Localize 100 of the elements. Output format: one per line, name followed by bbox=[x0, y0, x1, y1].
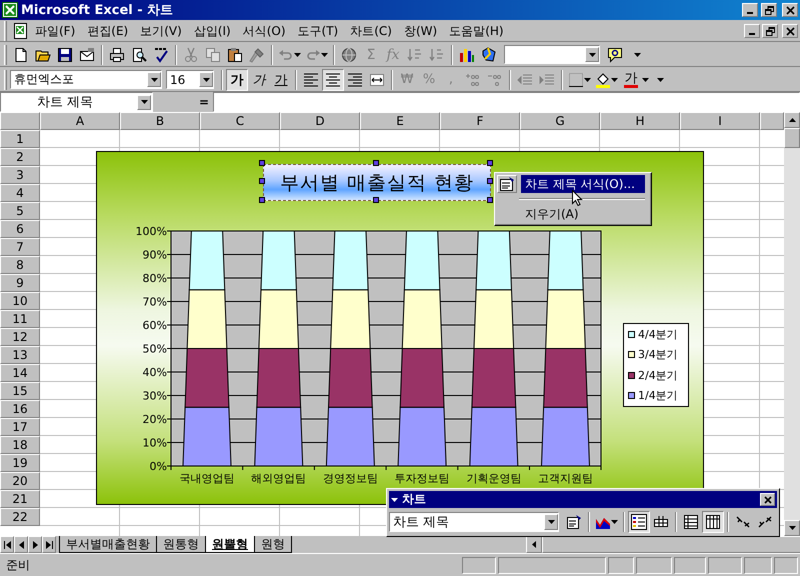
dropdown-arrow-icon[interactable] bbox=[150, 78, 158, 82]
copy-icon[interactable] bbox=[205, 46, 221, 62]
up-arrow-icon[interactable] bbox=[788, 118, 796, 122]
spell-check-icon[interactable] bbox=[153, 46, 169, 62]
left-arrow-icon[interactable] bbox=[532, 541, 536, 548]
vertical-scrollbar[interactable] bbox=[784, 112, 800, 536]
left-arrow-icon[interactable] bbox=[18, 540, 24, 548]
row-header[interactable]: 12 bbox=[0, 328, 40, 346]
font-color-button[interactable]: 가 bbox=[620, 68, 642, 90]
first-arrow-icon[interactable] bbox=[4, 540, 10, 548]
column-header[interactable]: B bbox=[120, 112, 200, 130]
menu-item[interactable]: 삽입(I) bbox=[188, 22, 236, 40]
minimize-button[interactable] bbox=[742, 3, 758, 17]
selection-handle[interactable] bbox=[373, 197, 379, 203]
menu-item[interactable]: 창(W) bbox=[398, 22, 442, 40]
caret-icon[interactable] bbox=[642, 78, 649, 82]
name-box[interactable]: 차트 제목 bbox=[0, 92, 153, 112]
printer-icon[interactable] bbox=[109, 46, 125, 62]
zoom-field[interactable] bbox=[504, 45, 600, 64]
select-all-button[interactable] bbox=[0, 112, 40, 130]
sheet-tab[interactable]: 원통형 bbox=[156, 536, 206, 553]
row-header[interactable]: 8 bbox=[0, 256, 40, 274]
row-header[interactable]: 15 bbox=[0, 382, 40, 400]
dropdown-arrow-icon[interactable] bbox=[588, 52, 596, 56]
minimize-button[interactable] bbox=[744, 24, 760, 38]
format-icon[interactable] bbox=[499, 176, 515, 192]
last-arrow-icon[interactable] bbox=[46, 540, 52, 548]
dropdown-arrow-icon[interactable] bbox=[140, 100, 148, 104]
paintbrush-icon[interactable] bbox=[249, 46, 265, 62]
next-sheet-button[interactable] bbox=[28, 536, 42, 553]
selection-handle[interactable] bbox=[487, 160, 493, 166]
scroll-left-button[interactable] bbox=[526, 536, 542, 553]
row-header[interactable]: 10 bbox=[0, 292, 40, 310]
column-header[interactable]: H bbox=[600, 112, 680, 130]
column-header[interactable]: A bbox=[40, 112, 120, 130]
menu-item[interactable]: 도구(T) bbox=[292, 22, 344, 40]
column-header[interactable]: E bbox=[360, 112, 440, 130]
row-header[interactable]: 3 bbox=[0, 166, 40, 184]
close-icon[interactable] bbox=[786, 6, 794, 14]
fill-bucket-icon[interactable] bbox=[595, 72, 611, 88]
menu-item[interactable]: 파일(F) bbox=[30, 22, 80, 40]
merge-center-icon[interactable] bbox=[369, 72, 385, 88]
toolbar-menu-icon[interactable] bbox=[391, 498, 398, 502]
menu-item[interactable]: 지우기(A) bbox=[521, 205, 645, 223]
row-header[interactable]: 1 bbox=[0, 130, 40, 148]
new-document-icon[interactable] bbox=[13, 46, 29, 62]
menu-item[interactable]: 서식(O) bbox=[238, 22, 291, 40]
sheet-tab[interactable]: 원형 bbox=[254, 536, 292, 553]
chart-objects-field[interactable]: 차트 제목 bbox=[389, 512, 559, 532]
column-header[interactable]: C bbox=[200, 112, 280, 130]
row-header[interactable]: 19 bbox=[0, 454, 40, 472]
caret-icon[interactable] bbox=[611, 520, 618, 524]
row-header[interactable]: 6 bbox=[0, 220, 40, 238]
font-size-field[interactable]: 16 bbox=[166, 70, 214, 89]
row-header[interactable]: 9 bbox=[0, 274, 40, 292]
row-header[interactable]: 14 bbox=[0, 364, 40, 382]
scrollbar-thumb[interactable] bbox=[784, 128, 800, 148]
formula-field[interactable] bbox=[213, 92, 800, 112]
bold-button[interactable]: 가 bbox=[226, 68, 248, 90]
row-header[interactable]: 2 bbox=[0, 148, 40, 166]
row-header[interactable]: 13 bbox=[0, 346, 40, 364]
clipboard-icon[interactable] bbox=[227, 46, 243, 62]
more-buttons-icon[interactable] bbox=[656, 78, 664, 82]
menu-item[interactable]: 편집(E) bbox=[82, 22, 134, 40]
restore-button[interactable] bbox=[761, 3, 777, 17]
selection-handle[interactable] bbox=[259, 178, 265, 184]
close-button[interactable] bbox=[760, 493, 775, 506]
restore-button[interactable] bbox=[762, 24, 778, 38]
scroll-up-button[interactable] bbox=[784, 112, 800, 128]
sheet-tab[interactable]: 부서별매출현황 bbox=[59, 536, 157, 553]
last-sheet-button[interactable] bbox=[42, 536, 56, 553]
menu-item[interactable]: 도움말(H) bbox=[444, 22, 509, 40]
dropdown-arrow-icon[interactable] bbox=[548, 520, 554, 524]
close-icon[interactable] bbox=[786, 26, 794, 36]
column-header[interactable]: G bbox=[520, 112, 600, 130]
column-header[interactable]: I bbox=[680, 112, 760, 130]
font-field[interactable]: 휴먼엑스포 bbox=[10, 70, 162, 89]
close-button[interactable] bbox=[782, 3, 798, 17]
italic-button[interactable]: 가 bbox=[248, 68, 270, 90]
menu-item[interactable]: 차트 제목 서식(O)... bbox=[521, 175, 645, 193]
row-header[interactable]: 7 bbox=[0, 238, 40, 256]
close-button[interactable] bbox=[782, 24, 798, 38]
row-header[interactable]: 18 bbox=[0, 436, 40, 454]
close-icon[interactable] bbox=[764, 496, 772, 504]
envelope-icon[interactable] bbox=[79, 46, 95, 62]
row-header[interactable]: 17 bbox=[0, 418, 40, 436]
borders-icon[interactable] bbox=[568, 72, 584, 88]
chart-legend[interactable]: 4/4분기 3/4분기 2/4분기 1/4분기 bbox=[623, 323, 689, 407]
row-header[interactable]: 16 bbox=[0, 400, 40, 418]
right-arrow-icon[interactable] bbox=[32, 540, 38, 548]
menu-item[interactable]: 차트(C) bbox=[345, 22, 397, 40]
caret-icon[interactable] bbox=[294, 52, 301, 56]
restore-icon[interactable] bbox=[764, 6, 774, 14]
row-header[interactable]: 22 bbox=[0, 508, 40, 526]
globe-icon[interactable] bbox=[341, 46, 357, 62]
sheet-tab[interactable]: 원뿔형 bbox=[205, 536, 255, 553]
selection-handle[interactable] bbox=[259, 197, 265, 203]
caret-icon[interactable] bbox=[584, 78, 591, 82]
row-header[interactable]: 4 bbox=[0, 184, 40, 202]
selection-handle[interactable] bbox=[259, 160, 265, 166]
